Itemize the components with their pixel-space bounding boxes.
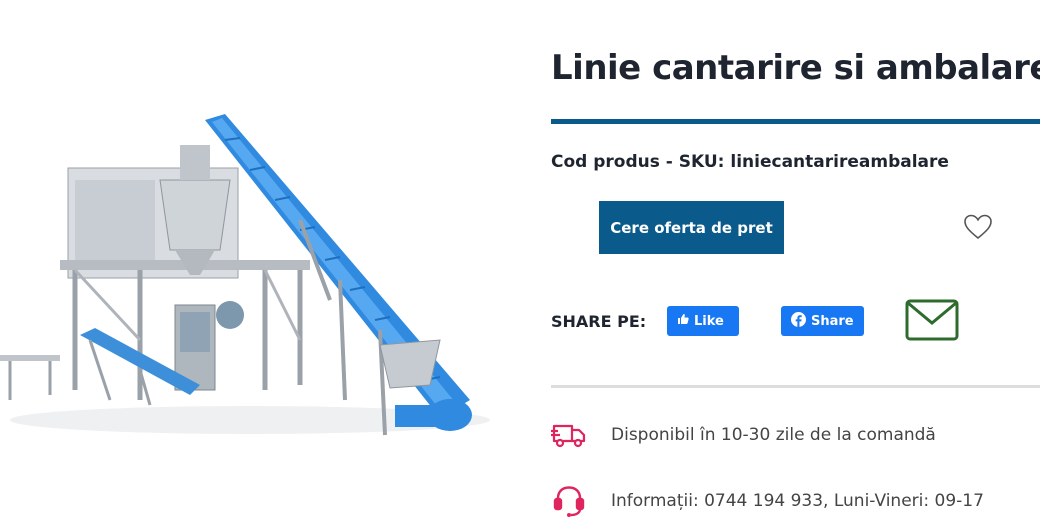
thumbs-up-icon [677, 313, 689, 329]
availability-text: Disponibil în 10-30 zile de la comandă [611, 425, 936, 445]
title-underline [551, 119, 1040, 124]
facebook-share-button[interactable]: Share [781, 306, 864, 336]
availability-row: Disponibil în 10-30 zile de la comandă [551, 419, 936, 451]
contact-text: Informații: 0744 194 933, Luni-Vineri: 0… [611, 491, 984, 511]
delivery-truck-icon [551, 419, 587, 451]
share-label: SHARE PE: [551, 312, 647, 331]
page-title: Linie cantarire si ambalare [551, 48, 1040, 88]
headset-icon [551, 485, 587, 517]
like-label: Like [694, 313, 724, 329]
heart-icon[interactable] [963, 213, 993, 241]
envelope-icon[interactable] [905, 299, 959, 341]
request-quote-button[interactable]: Cere oferta de pret [599, 201, 784, 254]
section-divider [551, 385, 1040, 388]
product-sku: Cod produs - SKU: liniecantarireambalare [551, 152, 949, 172]
share-button-label: Share [811, 313, 854, 329]
contact-row: Informații: 0744 194 933, Luni-Vineri: 0… [551, 485, 984, 517]
facebook-like-button[interactable]: Like [667, 306, 739, 336]
facebook-icon [791, 311, 806, 331]
product-image [0, 100, 520, 480]
